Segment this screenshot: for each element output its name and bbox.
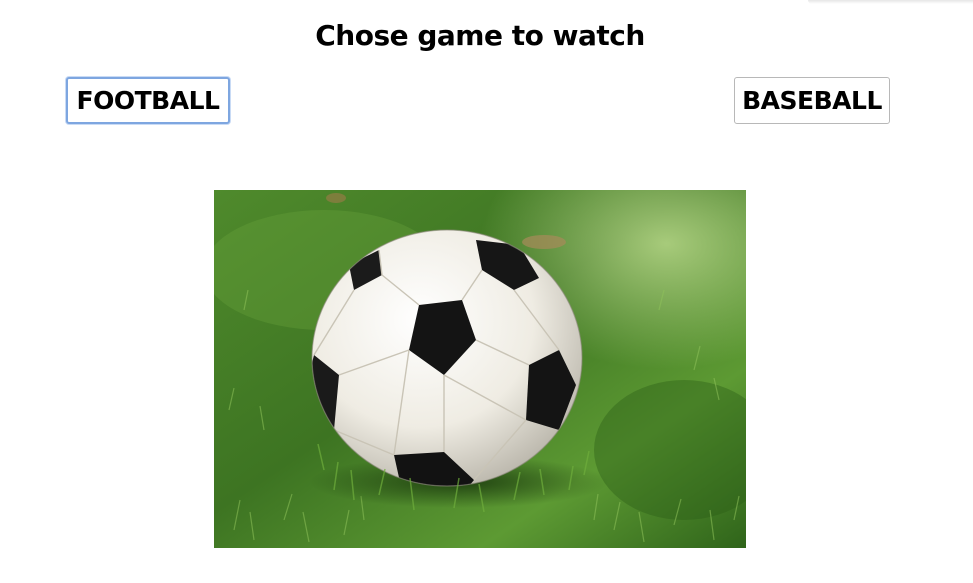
game-image bbox=[214, 190, 746, 548]
browser-chrome-edge bbox=[808, 0, 973, 4]
football-button[interactable]: FOOTBALL bbox=[66, 77, 230, 124]
baseball-button[interactable]: BASEBALL bbox=[734, 77, 890, 124]
page: Chose game to watch FOOTBALL BASEBALL bbox=[0, 0, 973, 583]
page-title: Chose game to watch bbox=[315, 19, 645, 52]
soccer-ball-photo bbox=[214, 190, 746, 548]
